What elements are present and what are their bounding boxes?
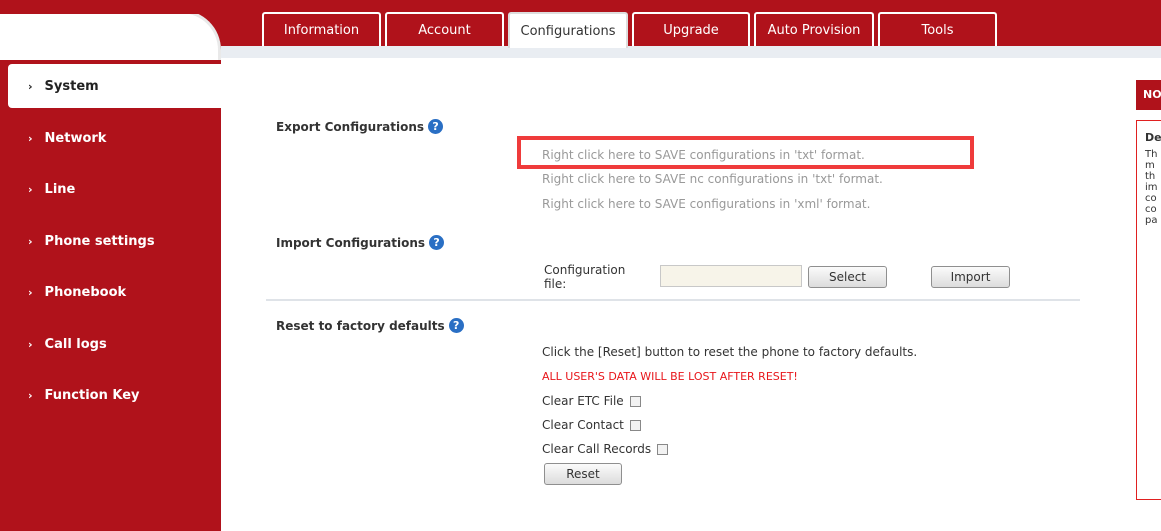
reset-button[interactable]: Reset (544, 463, 622, 485)
import-configurations-title: Import Configurations ? (276, 235, 445, 250)
reset-description: Click the [Reset] button to reset the ph… (542, 345, 918, 359)
clear-contact-option: Clear Contact (542, 418, 641, 432)
note-line: m (1145, 160, 1155, 171)
tab-upgrade[interactable]: Upgrade (632, 12, 750, 46)
sidebar-item-label: Phone settings (44, 233, 155, 249)
clear-call-records-label: Clear Call Records (542, 442, 652, 456)
sidebar-item-network[interactable]: › Network (0, 121, 221, 155)
tab-auto-provision[interactable]: Auto Provision (754, 12, 874, 46)
configuration-file-input[interactable] (660, 265, 802, 287)
note-line: co (1145, 204, 1157, 215)
sidebar-header-cap (0, 10, 221, 60)
tab-information[interactable]: Information (262, 12, 381, 46)
tab-account[interactable]: Account (385, 12, 504, 46)
sidebar-top-fill (0, 0, 221, 14)
sidebar-item-label: Phonebook (44, 284, 127, 300)
clear-etc-file-checkbox[interactable] (629, 395, 641, 407)
chevron-right-icon: › (28, 79, 33, 93)
sidebar: › System › Network › Line › Phone settin… (0, 0, 221, 531)
configuration-file-label: Configuration file: (544, 263, 626, 291)
tab-configurations[interactable]: Configurations (508, 12, 628, 48)
note-header: NO (1136, 80, 1161, 110)
clear-call-records-checkbox[interactable] (657, 443, 669, 455)
chevron-right-icon: › (28, 337, 33, 351)
import-button[interactable]: Import (931, 266, 1010, 288)
section-divider (266, 299, 1080, 301)
help-icon[interactable]: ? (428, 119, 444, 134)
export-xml-link[interactable]: Right click here to SAVE configurations … (542, 197, 870, 211)
chevron-right-icon: › (28, 388, 33, 402)
highlight-box (517, 136, 974, 169)
clear-contact-checkbox[interactable] (629, 419, 641, 431)
sidebar-item-phone-settings[interactable]: › Phone settings (0, 224, 221, 258)
note-line: Th (1145, 149, 1158, 160)
top-bar-underline (221, 46, 1161, 58)
sidebar-item-line[interactable]: › Line (0, 172, 221, 206)
clear-call-records-option: Clear Call Records (542, 442, 669, 456)
sidebar-item-label: Function Key (44, 387, 140, 403)
clear-contact-label: Clear Contact (542, 418, 624, 432)
export-nc-txt-link[interactable]: Right click here to SAVE nc configuratio… (542, 172, 883, 186)
select-button[interactable]: Select (808, 266, 887, 288)
sidebar-item-system[interactable]: › System (8, 64, 221, 108)
note-line: pa (1145, 215, 1158, 226)
section-title-text: Import Configurations (276, 235, 426, 250)
chevron-right-icon: › (28, 131, 33, 145)
sidebar-item-label: Line (44, 181, 76, 197)
sidebar-item-label: Network (44, 130, 107, 146)
sidebar-item-phonebook[interactable]: › Phonebook (0, 275, 221, 309)
tab-tools[interactable]: Tools (878, 12, 997, 46)
reset-warning: ALL USER'S DATA WILL BE LOST AFTER RESET… (542, 370, 798, 383)
note-line: im (1145, 182, 1158, 193)
help-icon[interactable]: ? (429, 235, 445, 250)
chevron-right-icon: › (28, 182, 33, 196)
note-title: De (1145, 131, 1161, 144)
clear-etc-file-label: Clear ETC File (542, 394, 624, 408)
sidebar-item-call-logs[interactable]: › Call logs (0, 327, 221, 361)
sidebar-item-label: Call logs (44, 336, 107, 352)
top-bar: Information Account Configurations Upgra… (221, 0, 1161, 58)
note-line: co (1145, 193, 1157, 204)
note-panel: De Th m th im co co pa (1136, 120, 1161, 500)
clear-etc-file-option: Clear ETC File (542, 394, 641, 408)
reset-factory-defaults-title: Reset to factory defaults ? (276, 318, 464, 333)
note-line: th (1145, 171, 1156, 182)
help-icon[interactable]: ? (448, 318, 464, 333)
chevron-right-icon: › (28, 234, 33, 248)
section-title-text: Export Configurations (276, 119, 425, 134)
section-title-text: Reset to factory defaults (276, 318, 445, 333)
export-configurations-title: Export Configurations ? (276, 119, 444, 134)
chevron-right-icon: › (28, 285, 33, 299)
sidebar-item-label: System (44, 78, 99, 94)
sidebar-item-function-key[interactable]: › Function Key (0, 378, 221, 412)
